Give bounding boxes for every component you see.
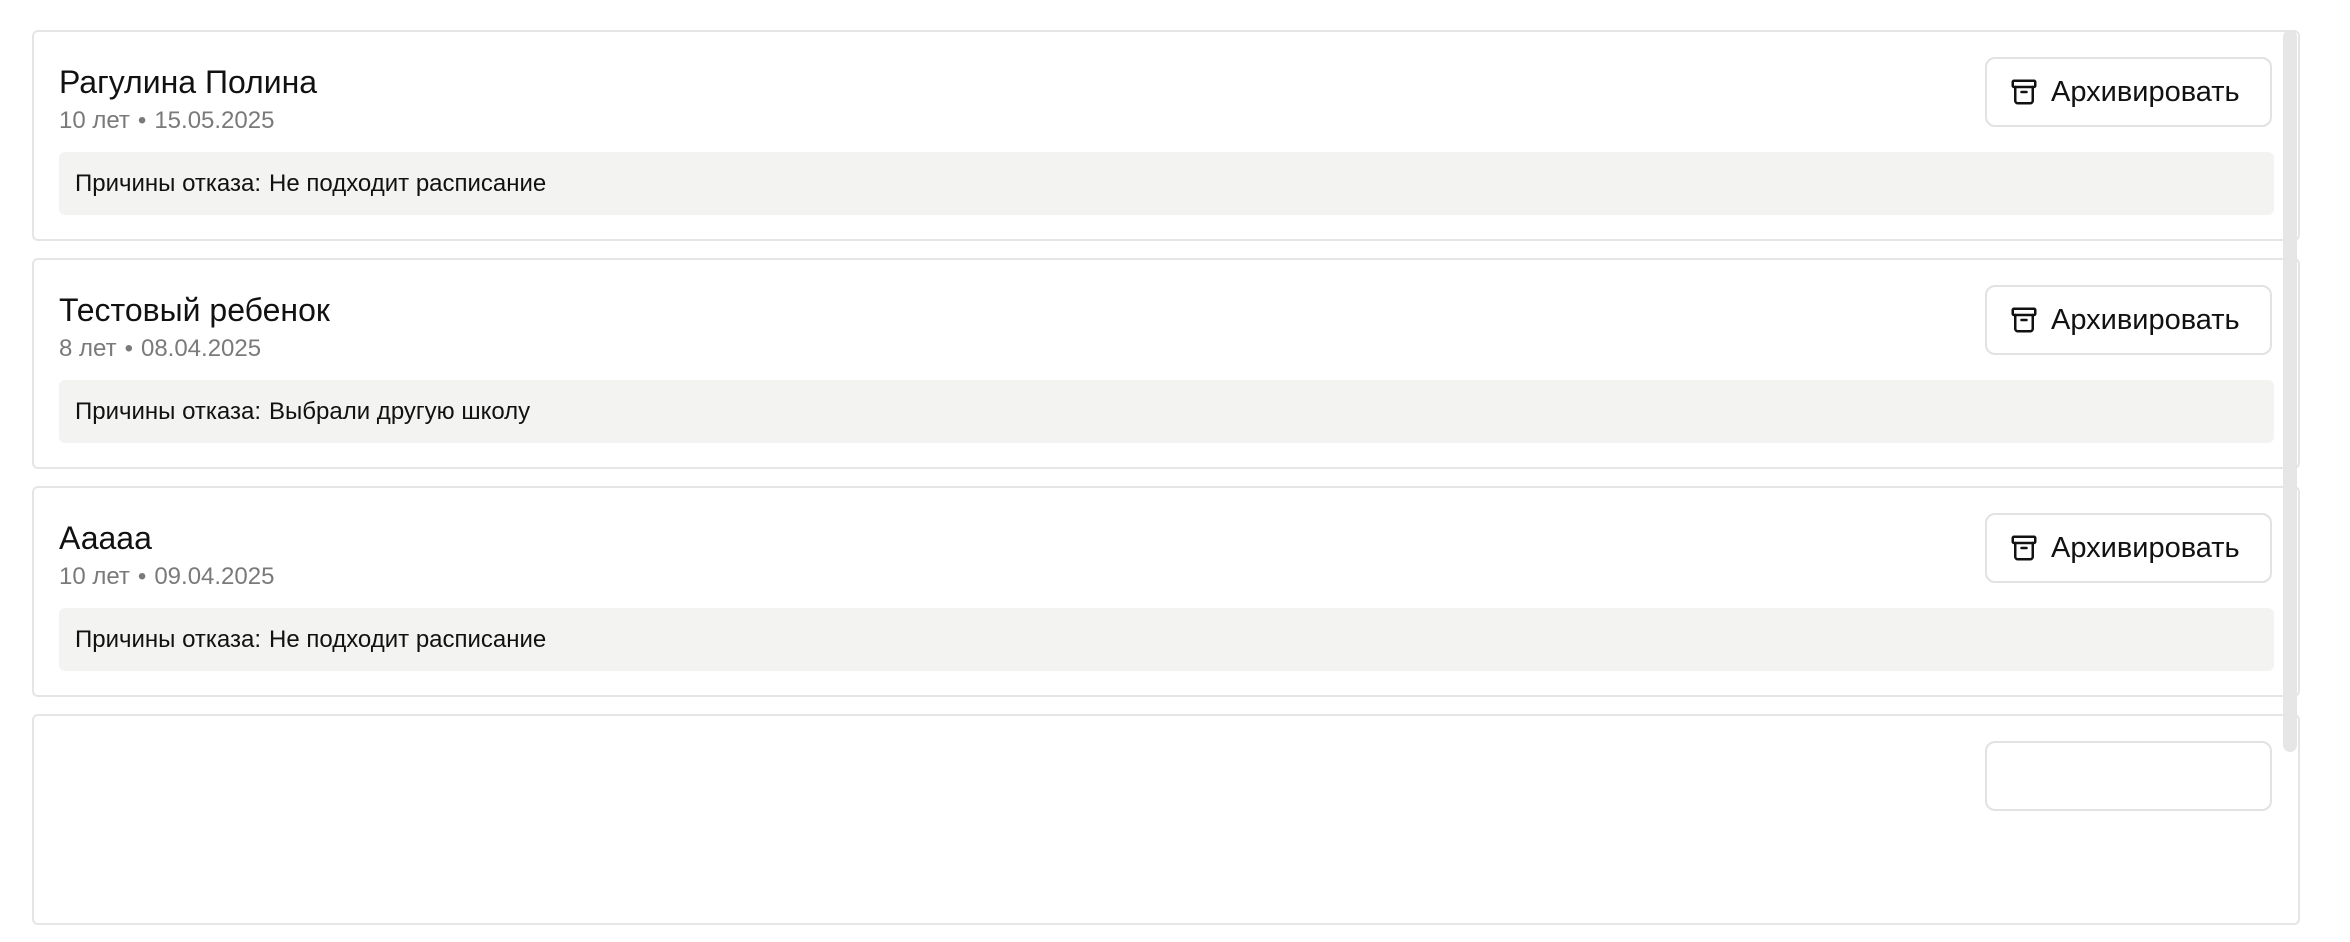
reason-text: Выбрали другую школу [269, 397, 531, 425]
application-date: 09.04.2025 [154, 563, 275, 590]
rejection-reason: Причины отказа: Не подходит расписание [59, 608, 2274, 671]
application-card: Ааааа 10 лет • 09.04.2025 Архивировать При… [32, 486, 2300, 697]
archive-button[interactable]: Архивировать [1985, 513, 2272, 583]
child-age: 10 лет [59, 563, 130, 590]
child-age: 8 лет [59, 335, 117, 362]
archive-button[interactable]: Архивировать [1985, 57, 2272, 127]
meta-separator: • [137, 107, 147, 134]
scrollbar[interactable] [2283, 30, 2297, 752]
child-name: Рагулина Полина [59, 64, 318, 100]
rejected-applications-list: Рагулина Полина 10 лет • 15.05.2025 Архиви… [32, 30, 2300, 942]
meta-separator: • [137, 563, 147, 590]
archive-box-icon [2009, 533, 2039, 563]
reason-prefix: Причины отказа: [75, 625, 262, 653]
reason-text: Не подходит расписание [269, 625, 547, 653]
archive-button-label: Архивировать [2051, 75, 2240, 108]
archive-box-icon [2009, 305, 2039, 335]
application-card: Тестовый ребенок 8 лет • 08.04.2025 Архиви… [32, 258, 2300, 469]
child-meta: 10 лет • 09.04.2025 [59, 562, 274, 592]
reason-prefix: Причины отказа: [75, 397, 262, 425]
reason-prefix: Причины отказа: [75, 169, 262, 197]
rejection-reason: Причины отказа: Выбрали другую школу [59, 380, 2274, 443]
child-name: Ааааа [59, 520, 152, 556]
application-card-partial [32, 714, 2300, 925]
archive-button[interactable]: Архивировать [1985, 285, 2272, 355]
application-date: 15.05.2025 [154, 107, 275, 134]
child-meta: 10 лет • 15.05.2025 [59, 106, 274, 136]
archive-box-icon [2009, 77, 2039, 107]
meta-separator: • [124, 335, 133, 362]
rejection-reason: Причины отказа: Не подходит расписание [59, 152, 2274, 215]
child-name: Тестовый ребенок [59, 292, 330, 328]
archive-button-label: Архивировать [2051, 531, 2240, 564]
reason-text: Не подходит расписание [269, 169, 547, 197]
archive-button-label: Архивировать [2051, 303, 2240, 336]
application-card: Рагулина Полина 10 лет • 15.05.2025 Архиви… [32, 30, 2300, 241]
application-date: 08.04.2025 [140, 335, 262, 362]
child-meta: 8 лет • 08.04.2025 [59, 334, 261, 364]
child-age: 10 лет [59, 107, 130, 134]
